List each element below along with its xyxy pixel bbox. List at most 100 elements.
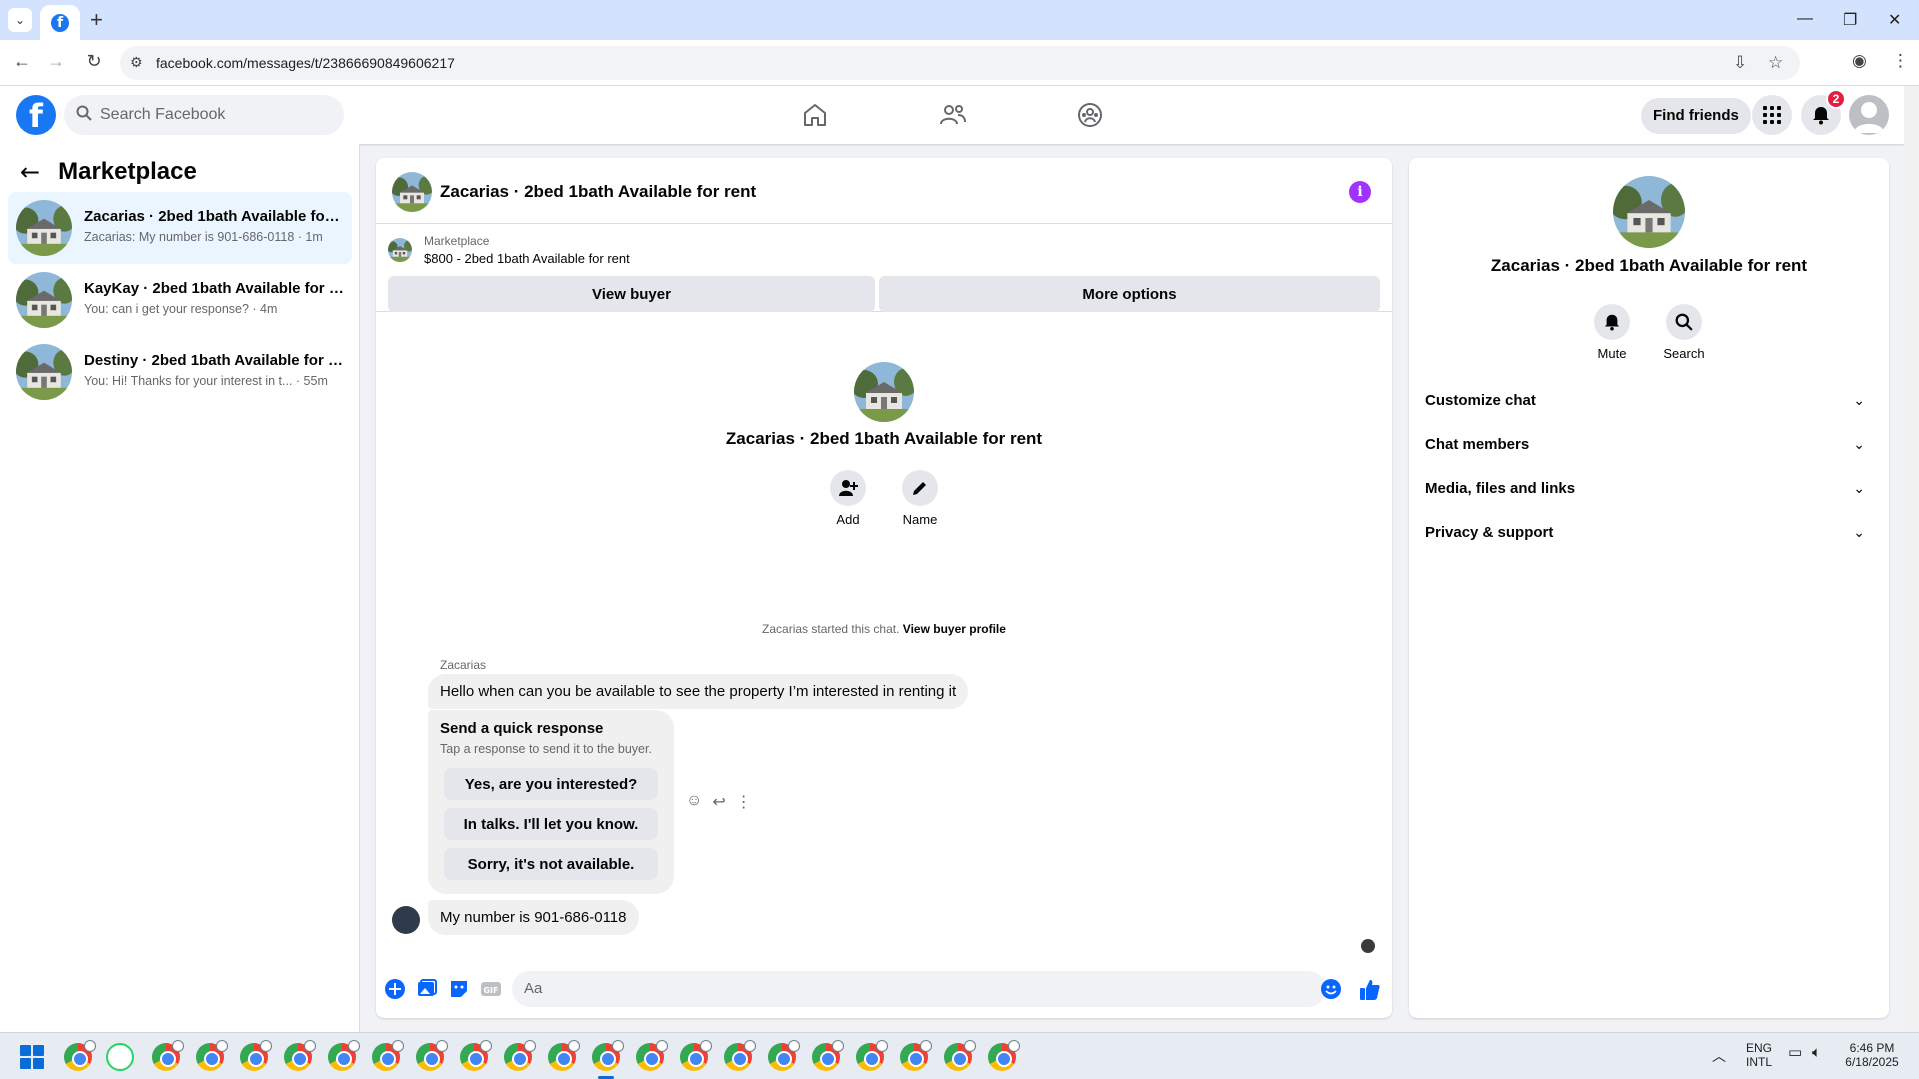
conversation-item[interactable]: KayKay · 2bed 1bath Available for rent Y… (8, 264, 352, 336)
quick-reply-button[interactable]: In talks. I'll let you know. (444, 808, 658, 840)
search-conversation-button[interactable]: Search (1649, 304, 1719, 361)
chrome-window-icon[interactable] (504, 1040, 536, 1071)
more-icon[interactable]: ⋮ (736, 792, 752, 812)
chrome-window-icon[interactable] (64, 1040, 96, 1071)
react-icon[interactable]: ☺ (686, 792, 702, 812)
listing-title[interactable]: $800 - 2bed 1bath Available for rent (424, 251, 630, 266)
close-window-icon[interactable]: ✕ (1888, 10, 1901, 30)
chrome-window-icon[interactable] (152, 1040, 184, 1071)
view-buyer-button[interactable]: View buyer (388, 276, 875, 312)
conversation-item[interactable]: Destiny · 2bed 1bath Available for rent … (8, 336, 352, 408)
chat-avatar[interactable] (392, 172, 432, 212)
chat-members-section[interactable]: Chat members ⌄ (1425, 426, 1873, 462)
account-avatar[interactable] (1849, 95, 1889, 135)
message-bubble[interactable]: My number is 901-686-0118 (428, 900, 639, 935)
windows-taskbar: ︿ ENG INTL ▭ 🔈︎ 6:46 PM 6/18/2025 (0, 1032, 1919, 1079)
plus-circle-icon[interactable] (384, 978, 406, 1000)
search-placeholder: Search Facebook (100, 106, 226, 123)
keyboard-layout: INTL (1746, 1055, 1773, 1069)
chrome-window-icon[interactable] (944, 1040, 976, 1071)
tray-overflow-icon[interactable]: ︿ (1712, 1049, 1726, 1063)
chrome-window-icon[interactable] (988, 1040, 1020, 1071)
volume-icon[interactable]: 🔈︎ (1812, 1045, 1821, 1060)
chat-title[interactable]: Zacarias · 2bed 1bath Available for rent (440, 182, 756, 202)
privacy-support-section[interactable]: Privacy & support ⌄ (1425, 514, 1873, 550)
photo-icon[interactable] (416, 978, 438, 1000)
quick-reply-button[interactable]: Yes, are you interested? (444, 768, 658, 800)
forward-icon[interactable]: → (44, 51, 68, 72)
site-info-icon[interactable]: ⚙ (130, 54, 143, 71)
name-chat-button[interactable]: Name (890, 470, 950, 527)
conversation-item[interactable]: Zacarias · 2bed 1bath Available for rent… (8, 192, 352, 264)
chrome-window-icon[interactable] (460, 1040, 492, 1071)
chrome-window-icon[interactable] (680, 1040, 712, 1071)
add-people-button[interactable]: Add (818, 470, 878, 527)
chat-header: Zacarias · 2bed 1bath Available for rent… (376, 158, 1392, 224)
profile-badge-icon (964, 1040, 976, 1052)
emoji-icon[interactable] (1320, 978, 1342, 1000)
restore-icon[interactable]: ❐ (1843, 10, 1857, 30)
listing-thumbnail[interactable] (388, 238, 412, 262)
reload-icon[interactable]: ↻ (82, 51, 106, 72)
quick-response-card: Send a quick response Tap a response to … (428, 710, 674, 894)
chrome-window-icon[interactable] (372, 1040, 404, 1071)
chrome-window-icon[interactable] (592, 1040, 624, 1071)
quick-reply-button[interactable]: Sorry, it's not available. (444, 848, 658, 880)
chrome-window-icon[interactable] (636, 1040, 668, 1071)
tab-search-button[interactable]: ⌄ (8, 8, 32, 32)
chrome-window-icon[interactable] (724, 1040, 756, 1071)
info-icon[interactable]: i (1349, 181, 1371, 203)
browser-menu-icon[interactable]: ⋮ (1892, 51, 1909, 71)
new-tab-button[interactable]: + (90, 8, 103, 32)
svg-text:GIF: GIF (483, 986, 498, 995)
menu-grid-icon[interactable] (1752, 95, 1792, 135)
search-input[interactable]: Search Facebook (64, 95, 344, 135)
chrome-window-icon[interactable] (856, 1040, 888, 1071)
chrome-window-icon[interactable] (768, 1040, 800, 1071)
customize-chat-section[interactable]: Customize chat ⌄ (1425, 382, 1873, 418)
media-files-links-section[interactable]: Media, files and links ⌄ (1425, 470, 1873, 506)
profile-badge-icon (920, 1040, 932, 1052)
chrome-window-icon[interactable] (812, 1040, 844, 1071)
minimize-icon[interactable]: — (1797, 10, 1813, 28)
chrome-window-icon[interactable] (196, 1040, 228, 1071)
chrome-window-icon[interactable] (328, 1040, 360, 1071)
chrome-window-icon[interactable] (548, 1040, 580, 1071)
home-icon[interactable] (800, 100, 830, 130)
profile-badge-icon (304, 1040, 316, 1052)
message-input[interactable]: Aa (512, 971, 1326, 1007)
reply-icon[interactable]: ↩ (712, 792, 725, 812)
find-friends-button[interactable]: Find friends (1641, 98, 1751, 134)
sender-avatar[interactable] (392, 906, 420, 934)
profile-icon[interactable]: ◉ (1852, 51, 1867, 71)
profile-badge-icon (832, 1040, 844, 1052)
back-arrow-icon[interactable]: ← (20, 158, 40, 186)
message-bubble[interactable]: Hello when can you be available to see t… (428, 674, 969, 709)
mute-button[interactable]: Mute (1577, 304, 1647, 361)
facebook-logo[interactable]: f (16, 95, 56, 135)
bookmark-star-icon[interactable]: ☆ (1768, 53, 1783, 73)
install-app-icon[interactable]: ⇩ (1733, 53, 1747, 73)
chrome-window-icon[interactable] (240, 1040, 272, 1071)
chrome-window-icon[interactable] (416, 1040, 448, 1071)
whatsapp-icon[interactable] (106, 1043, 134, 1071)
more-options-button[interactable]: More options (879, 276, 1380, 312)
language-indicator[interactable]: ENG INTL (1746, 1041, 1772, 1069)
browser-tab-facebook[interactable]: f (40, 5, 80, 40)
chrome-window-icon[interactable] (900, 1040, 932, 1071)
network-icon[interactable]: ▭ (1788, 1045, 1802, 1060)
marketplace-label: Marketplace (424, 234, 490, 248)
friends-icon[interactable] (938, 100, 968, 130)
chrome-window-icon[interactable] (284, 1040, 316, 1071)
gif-icon[interactable]: GIF (480, 978, 502, 1000)
sticker-icon[interactable] (448, 978, 470, 1000)
url-text[interactable]: facebook.com/messages/t/2386669084960621… (156, 55, 455, 71)
windows-start-icon[interactable] (20, 1045, 44, 1069)
groups-icon[interactable] (1075, 100, 1105, 130)
view-buyer-profile-link[interactable]: View buyer profile (903, 622, 1006, 636)
page-scrollbar[interactable] (1904, 86, 1919, 1032)
clock[interactable]: 6:46 PM 6/18/2025 (1840, 1041, 1904, 1069)
thumbs-up-icon[interactable] (1358, 978, 1382, 1002)
back-icon[interactable]: ← (10, 51, 34, 72)
address-bar[interactable]: ⚙ facebook.com/messages/t/23866690849606… (120, 46, 1800, 80)
